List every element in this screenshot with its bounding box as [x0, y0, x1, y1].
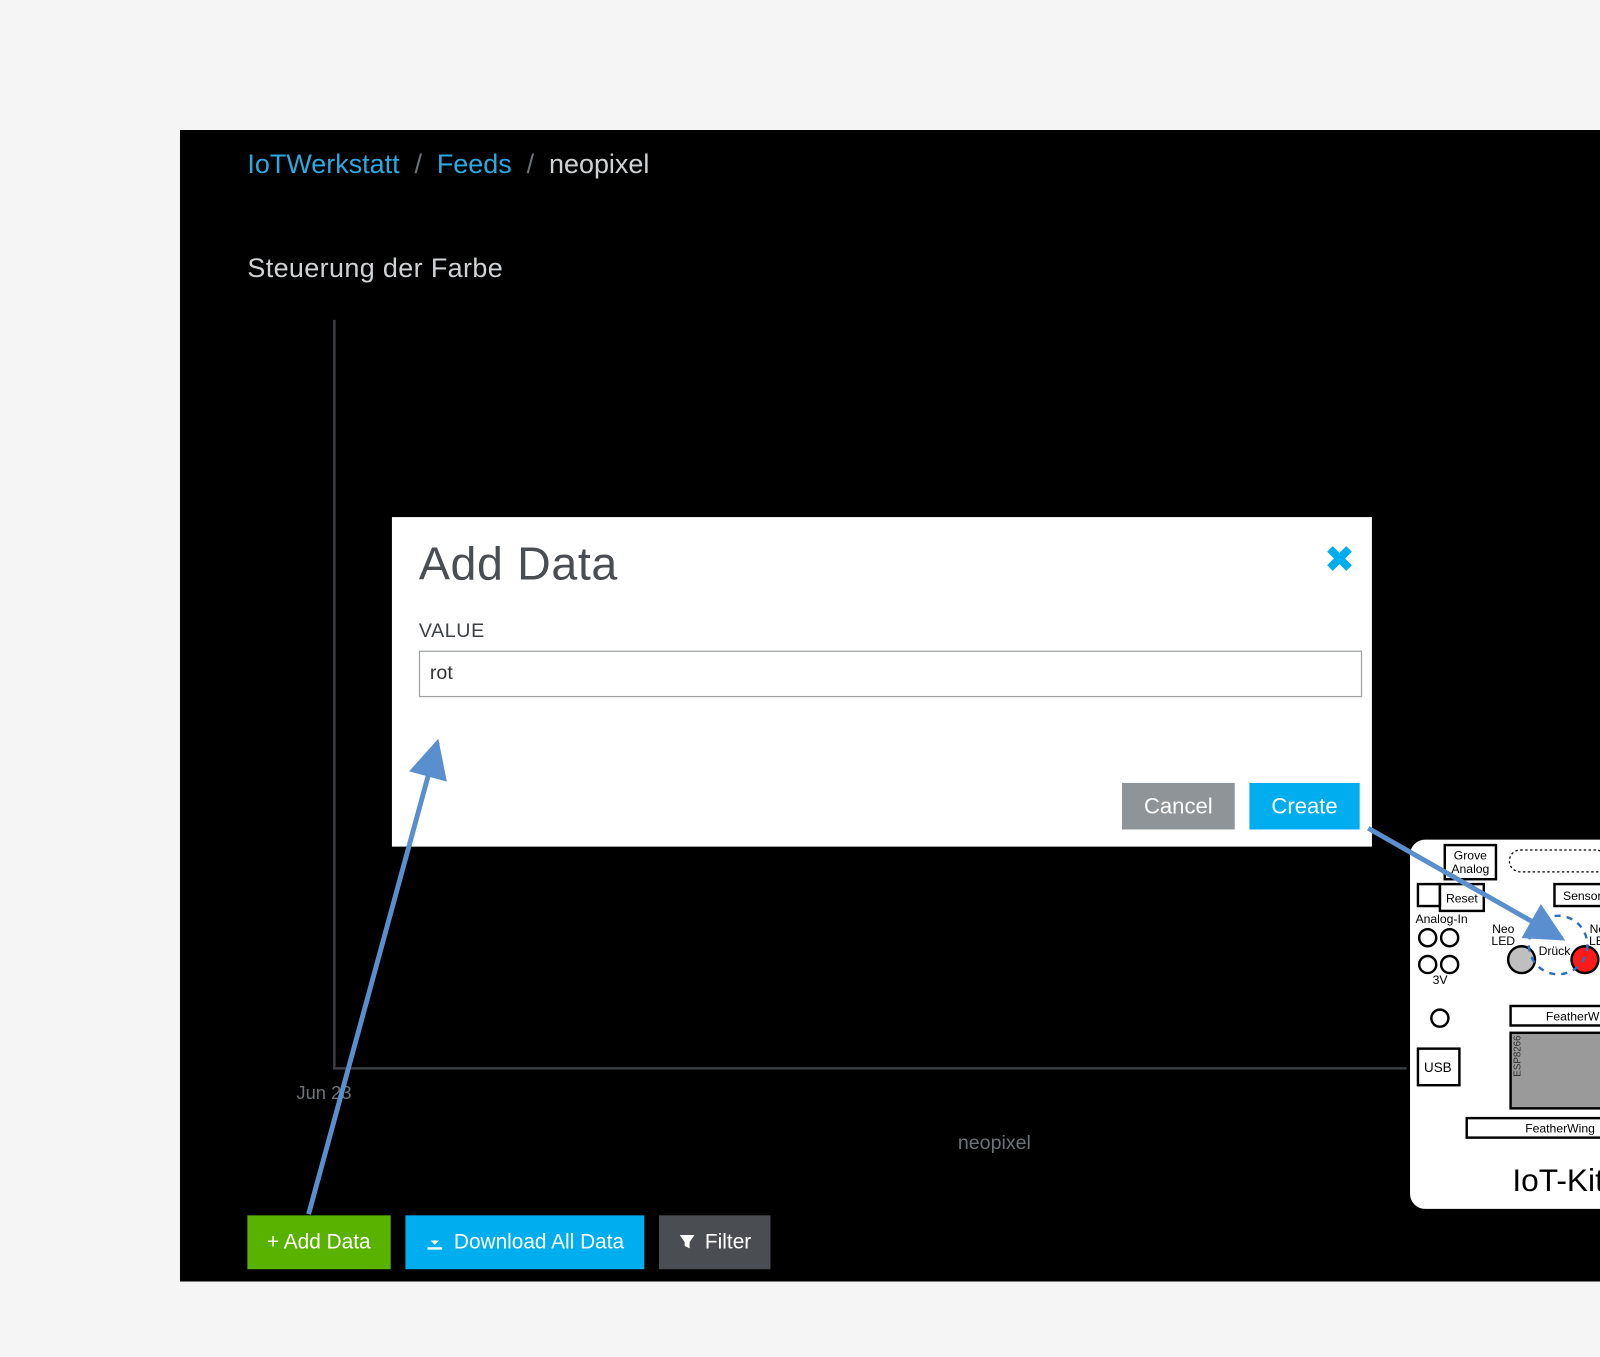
breadcrumb-sep: / [527, 148, 535, 179]
board-title: IoT-Kit [1512, 1162, 1600, 1198]
breadcrumb: IoTWerkstatt / Feeds / neopixel [247, 148, 649, 180]
filter-button[interactable]: Filter [658, 1215, 770, 1269]
chart-legend: neopixel [958, 1133, 1031, 1155]
chart-xtick: Jun 23 [296, 1083, 351, 1104]
iot-kit-svg: Grove Analog Grove I²C Reset Sensor [1406, 835, 1600, 1213]
svg-text:LED: LED [1491, 934, 1515, 948]
filter-icon [678, 1234, 695, 1251]
modal-actions: Cancel Create [1122, 783, 1360, 830]
label-grove-analog2: Analog [1451, 862, 1489, 876]
label-reset: Reset [1446, 891, 1478, 905]
breadcrumb-root[interactable]: IoTWerkstatt [247, 148, 399, 179]
add-data-modal: ✖ Add Data VALUE Cancel Create [392, 517, 1372, 847]
add-data-button[interactable]: + Add Data [247, 1215, 390, 1269]
cancel-button[interactable]: Cancel [1122, 783, 1235, 830]
iot-kit-board: Grove Analog Grove I²C Reset Sensor [1406, 835, 1600, 1219]
label-druck: Drück [1539, 944, 1572, 958]
label-grove-analog1: Grove [1454, 849, 1487, 863]
label-analog-in: Analog-In [1416, 912, 1468, 926]
breadcrumb-sep: / [414, 148, 422, 179]
filter-label: Filter [705, 1230, 751, 1255]
breadcrumb-current: neopixel [549, 148, 649, 179]
value-input[interactable] [419, 651, 1362, 698]
download-icon [425, 1233, 445, 1253]
create-button[interactable]: Create [1249, 783, 1359, 830]
page-subtitle: Steuerung der Farbe [247, 253, 503, 285]
app-background: IoTWerkstatt / Feeds / neopixel Steuerun… [180, 130, 1600, 1282]
download-all-label: Download All Data [454, 1230, 624, 1255]
label-usb: USB [1424, 1060, 1452, 1075]
label-esp: ESP8266 [1512, 1035, 1523, 1076]
label-3v: 3V [1433, 973, 1449, 987]
breadcrumb-section[interactable]: Feeds [437, 148, 512, 179]
svg-text:LED: LED [1589, 934, 1600, 948]
modal-title: Add Data [419, 539, 1372, 592]
value-label: VALUE [419, 621, 1372, 643]
label-sensor: Sensor [1563, 889, 1600, 903]
add-data-label: + Add Data [267, 1230, 371, 1255]
toolbar: + Add Data Download All Data Filter [247, 1215, 770, 1269]
close-icon[interactable]: ✖ [1324, 539, 1355, 582]
download-all-button[interactable]: Download All Data [405, 1215, 644, 1269]
label-featherwing-top: FeatherWing [1546, 1010, 1600, 1024]
label-featherwing-bottom: FeatherWing [1525, 1122, 1595, 1136]
